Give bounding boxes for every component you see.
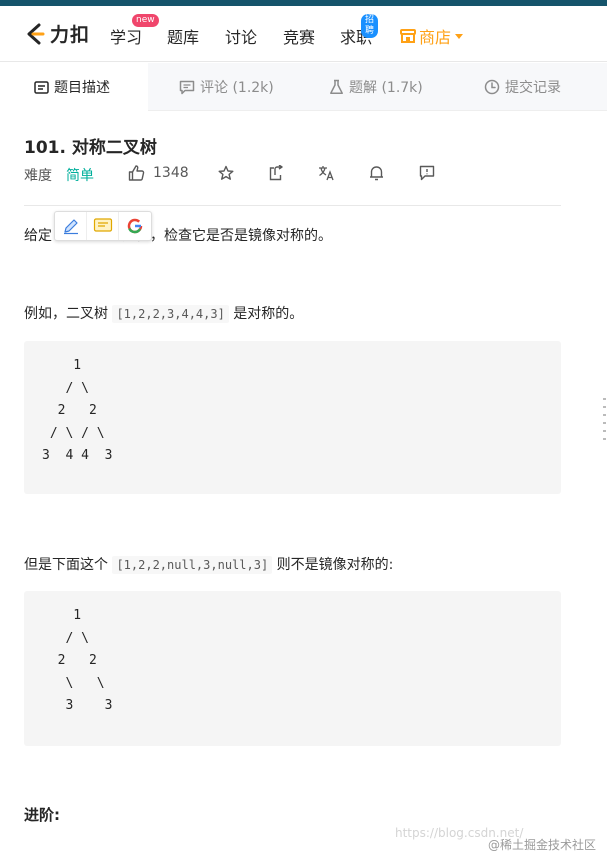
jobs-badge: 招聘: [361, 14, 379, 38]
nav-discuss[interactable]: 讨论: [225, 24, 257, 48]
advanced-heading: 进阶:: [24, 806, 60, 824]
example1-post: 是对称的。: [228, 306, 304, 322]
nav-jobs[interactable]: 求职 招聘: [340, 14, 379, 48]
note-button[interactable]: [87, 212, 119, 240]
feedback-button[interactable]: [419, 165, 435, 181]
example1-text: 例如，二叉树 [1,2,2,3,4,4,3] 是对称的。: [24, 303, 303, 323]
star-icon: [218, 165, 234, 180]
tab-solutions[interactable]: 题解 (1.7k): [329, 63, 423, 111]
tree2-diagram: 1 / \ 2 2 \ \ 3 3: [57, 608, 113, 713]
tab-comments[interactable]: 评论 (1.2k): [179, 63, 274, 111]
tab-description[interactable]: 题目描述: [0, 63, 148, 111]
tree2-code-block: 1 / \ 2 2 \ \ 3 3: [24, 591, 561, 746]
example2-text: 但是下面这个 [1,2,2,null,3,null,3] 则不是镜像对称的:: [24, 554, 393, 574]
nav-problems[interactable]: 题库: [167, 24, 199, 48]
share-button[interactable]: [268, 165, 284, 181]
chevron-down-icon: [455, 33, 464, 39]
tab-description-label: 题目描述: [54, 80, 110, 96]
leetcode-logo-icon: [27, 23, 45, 44]
intro-part-a: 给定: [24, 228, 52, 244]
nav-store-label: 商店: [419, 28, 452, 47]
example2-post: 则不是镜像对称的:: [272, 557, 394, 573]
example2-pre: 但是下面这个: [24, 557, 113, 573]
pencil-icon: [63, 219, 78, 235]
comment-icon: [179, 80, 195, 94]
translate-icon: [319, 166, 334, 181]
tree1-code-block: 1 / \ 2 2 / \ / \ 3 4 4 3: [24, 341, 561, 494]
example1-code: [1,2,2,3,4,4,3]: [112, 305, 229, 323]
google-icon: [127, 218, 143, 234]
google-search-button[interactable]: [119, 212, 151, 240]
problem-title: 101. 对称二叉树: [24, 138, 157, 158]
feedback-icon: [419, 165, 435, 181]
translate-button[interactable]: [318, 165, 335, 181]
tree1-diagram: 1 / \ 2 2 / \ / \ 3 4 4 3: [42, 358, 113, 463]
difficulty-label: 难度: [24, 168, 52, 184]
note-icon: [93, 218, 112, 232]
bell-icon: [370, 166, 383, 181]
nav-contest[interactable]: 竞赛: [283, 24, 315, 48]
difficulty-value: 简单: [66, 168, 94, 184]
share-icon: [269, 165, 283, 181]
tab-comments-label: 评论 (1.2k): [200, 80, 274, 96]
leetcode-logo[interactable]: 力扣: [24, 20, 90, 47]
example1-pre: 例如，二叉树: [24, 306, 113, 322]
tab-submissions-label: 提交记录: [505, 80, 561, 96]
flask-icon: [330, 79, 343, 94]
tab-submissions[interactable]: 提交记录: [484, 63, 561, 111]
description-icon: [34, 80, 49, 94]
nav-store[interactable]: 商店: [400, 24, 464, 48]
thumbs-up-icon: [128, 165, 145, 181]
example2-code: [1,2,2,null,3,null,3]: [112, 556, 273, 574]
selection-toolbar: [54, 211, 152, 241]
meta-divider: [24, 205, 561, 206]
new-badge: new: [132, 14, 159, 27]
store-icon: [400, 29, 416, 43]
like-count: 1348: [153, 165, 189, 181]
juejin-watermark: @稀土掘金技术社区: [488, 838, 597, 852]
like-button[interactable]: 1348: [128, 165, 189, 181]
problem-tabs: 题目描述 评论 (1.2k) 题解 (1.7k) 提交记录: [0, 63, 607, 111]
clock-icon: [484, 79, 500, 95]
resize-handle[interactable]: [603, 398, 606, 450]
nav-study-label: 学习: [110, 28, 143, 47]
highlight-button[interactable]: [55, 212, 87, 240]
tab-solutions-label: 题解 (1.7k): [349, 80, 423, 96]
brand-name: 力扣: [50, 24, 91, 46]
top-navbar: 力扣 学习 new 题库 讨论 竞赛 求职 招聘 商店: [0, 6, 607, 62]
notification-button[interactable]: [369, 165, 384, 181]
nav-study[interactable]: 学习 new: [110, 14, 159, 48]
favorite-button[interactable]: [218, 165, 234, 181]
problem-meta-bar: 难度 简单 1348: [24, 165, 561, 187]
